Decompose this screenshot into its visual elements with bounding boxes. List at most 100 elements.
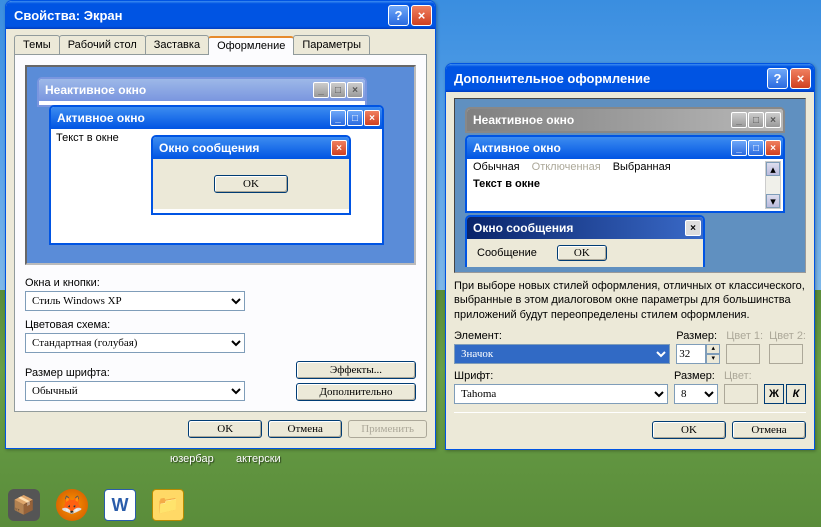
- tabs: Темы Рабочий стол Заставка Оформление Па…: [14, 35, 427, 55]
- titlebar[interactable]: Дополнительное оформление ? ×: [446, 64, 814, 92]
- advanced-button[interactable]: Дополнительно: [296, 383, 416, 401]
- fsize-select[interactable]: 8: [674, 384, 718, 404]
- preview-inactive-window: Неактивное окно _ □ ×: [37, 77, 367, 107]
- menu-disabled: Отключенная: [532, 161, 601, 173]
- min-icon: _: [313, 82, 329, 98]
- preview-text: Текст в окне: [56, 132, 119, 144]
- folder-label[interactable]: актерски: [236, 453, 281, 465]
- close-button[interactable]: ×: [411, 5, 432, 26]
- scrollbar: ▴ ▾: [765, 161, 781, 209]
- min-icon: _: [731, 140, 747, 156]
- menu-selected: Выбранная: [613, 161, 671, 173]
- close-icon: ×: [364, 110, 380, 126]
- preview-msgbox-title: Окно сообщения: [159, 141, 330, 155]
- preview-active-window: Активное окно _ □ × Обычная Отключенная …: [465, 135, 785, 213]
- fcolor-button: [724, 384, 758, 404]
- dialog-buttons: OK Отмена Применить: [14, 412, 427, 440]
- window-body: Неактивное окно _ □ × Активное окно _ □ …: [446, 92, 814, 449]
- font-size-select[interactable]: Обычный: [25, 381, 245, 401]
- preview-active-window: Активное окно _ □ × Текст в окне Окно со…: [49, 105, 384, 245]
- help-button[interactable]: ?: [767, 68, 788, 89]
- close-button[interactable]: ×: [790, 68, 811, 89]
- preview-ok-button: OK: [214, 175, 288, 193]
- effects-button[interactable]: Эффекты...: [296, 361, 416, 379]
- preview-msgbox-titlebar: Окно сообщения ×: [153, 137, 349, 159]
- max-icon: □: [347, 110, 363, 126]
- preview-active-label: Активное окно: [57, 111, 329, 125]
- taskbar-icons: 📦 🦊 W 📁: [8, 489, 184, 521]
- windows-buttons-label: Окна и кнопки:: [25, 277, 416, 289]
- style-select[interactable]: Стиль Windows XP: [25, 291, 245, 311]
- window-title: Свойства: Экран: [14, 8, 388, 23]
- max-icon: □: [748, 112, 764, 128]
- close-icon: ×: [347, 82, 363, 98]
- min-icon: _: [330, 110, 346, 126]
- tab-appearance[interactable]: Оформление: [208, 36, 294, 55]
- element-select[interactable]: Значок: [454, 344, 670, 364]
- close-icon: ×: [685, 220, 701, 236]
- preview-active-titlebar: Активное окно _ □ ×: [51, 107, 382, 129]
- preview-inactive-window: Неактивное окно _ □ ×: [465, 107, 785, 133]
- color2-label: Цвет 2:: [769, 330, 806, 342]
- size-label: Размер:: [676, 330, 720, 342]
- spin-down-icon[interactable]: ▾: [706, 354, 720, 364]
- window-body: Темы Рабочий стол Заставка Оформление Па…: [6, 29, 435, 448]
- folder-label[interactable]: юзербар: [170, 453, 214, 465]
- font-size-label: Размер шрифта:: [25, 367, 288, 379]
- window-title: Дополнительное оформление: [454, 71, 767, 86]
- cancel-button[interactable]: Отмена: [268, 420, 342, 438]
- element-label: Элемент:: [454, 330, 670, 342]
- bold-toggle[interactable]: Ж: [764, 384, 784, 404]
- preview-msgbox-title: Окно сообщения: [473, 221, 684, 235]
- color1-button: [726, 344, 760, 364]
- tab-desktop[interactable]: Рабочий стол: [59, 35, 146, 54]
- ok-button[interactable]: OK: [652, 421, 726, 439]
- word-icon[interactable]: W: [104, 489, 136, 521]
- advanced-preview: Неактивное окно _ □ × Активное окно _ □ …: [454, 98, 806, 273]
- font-select[interactable]: Tahoma: [454, 384, 668, 404]
- color-scheme-label: Цветовая схема:: [25, 319, 416, 331]
- italic-toggle[interactable]: К: [786, 384, 806, 404]
- info-text: При выборе новых стилей оформления, отли…: [454, 279, 806, 322]
- preview-msgbox: Окно сообщения × OK: [151, 135, 351, 215]
- appearance-preview: Неактивное окно _ □ × Активное окно _ □ …: [25, 65, 416, 265]
- max-icon: □: [748, 140, 764, 156]
- preview-active-titlebar: Активное окно _ □ ×: [467, 137, 783, 159]
- tab-themes[interactable]: Темы: [14, 35, 60, 54]
- size-spinner[interactable]: [676, 344, 706, 364]
- display-properties-window: Свойства: Экран ? × Темы Рабочий стол За…: [5, 0, 436, 449]
- tab-panel: Неактивное окно _ □ × Активное окно _ □ …: [14, 55, 427, 412]
- fcolor-label: Цвет:: [724, 370, 758, 382]
- font-label: Шрифт:: [454, 370, 668, 382]
- preview-inactive-label: Неактивное окно: [473, 113, 730, 127]
- tab-settings[interactable]: Параметры: [293, 35, 370, 54]
- max-icon: □: [330, 82, 346, 98]
- close-icon: ×: [331, 140, 347, 156]
- apply-button[interactable]: Применить: [348, 420, 427, 438]
- preview-active-label: Активное окно: [473, 141, 730, 155]
- color-scheme-select[interactable]: Стандартная (голубая): [25, 333, 245, 353]
- menu-normal: Обычная: [473, 161, 520, 173]
- folder-icon[interactable]: 📁: [152, 489, 184, 521]
- app-icon[interactable]: 📦: [8, 489, 40, 521]
- advanced-appearance-window: Дополнительное оформление ? × Неактивное…: [445, 63, 815, 450]
- firefox-icon[interactable]: 🦊: [56, 489, 88, 521]
- preview-inactive-label: Неактивное окно: [45, 83, 312, 97]
- preview-text: Текст в окне: [473, 178, 540, 190]
- ok-button[interactable]: OK: [188, 420, 262, 438]
- close-icon: ×: [765, 140, 781, 156]
- cancel-button[interactable]: Отмена: [732, 421, 806, 439]
- preview-inactive-titlebar: Неактивное окно _ □ ×: [39, 79, 365, 101]
- color1-label: Цвет 1:: [726, 330, 763, 342]
- color2-button: [769, 344, 803, 364]
- fsize-label: Размер:: [674, 370, 718, 382]
- help-button[interactable]: ?: [388, 5, 409, 26]
- scroll-down-icon: ▾: [766, 194, 780, 208]
- preview-menubar: Обычная Отключенная Выбранная: [467, 159, 783, 175]
- close-icon: ×: [765, 112, 781, 128]
- spin-up-icon[interactable]: ▴: [706, 344, 720, 354]
- titlebar[interactable]: Свойства: Экран ? ×: [6, 1, 435, 29]
- preview-ok-button: OK: [557, 245, 607, 261]
- preview-inactive-titlebar: Неактивное окно _ □ ×: [467, 109, 783, 131]
- tab-screensaver[interactable]: Заставка: [145, 35, 209, 54]
